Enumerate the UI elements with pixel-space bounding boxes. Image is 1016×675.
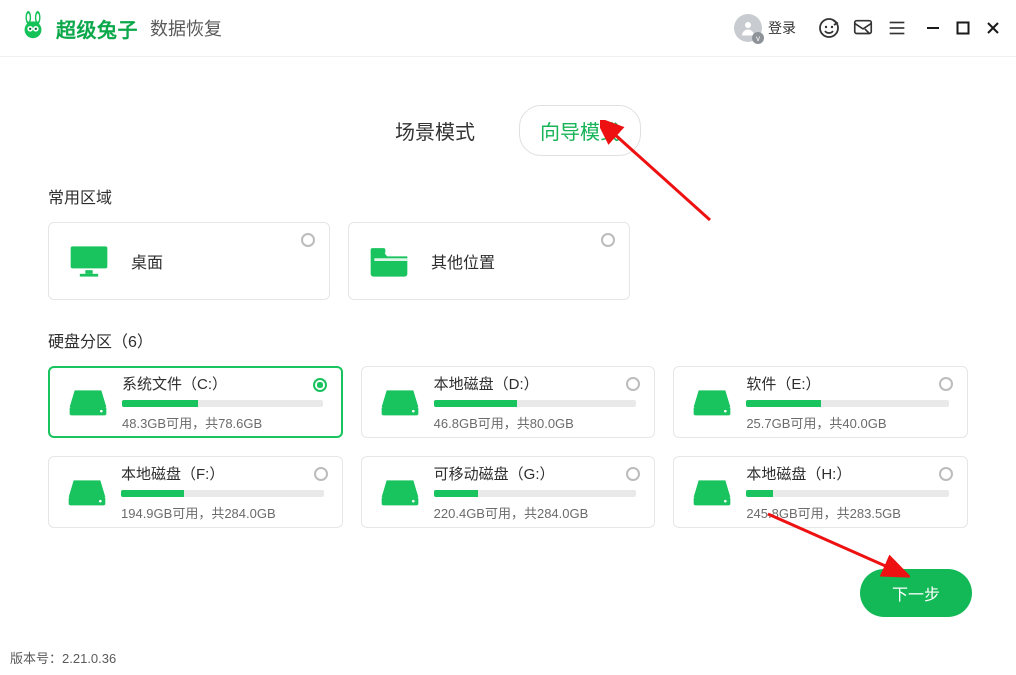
drive-usage-bar [121, 490, 324, 497]
bunny-logo-icon [18, 11, 48, 46]
drive-usage-text: 46.8GB可用，共80.0GB [434, 413, 637, 432]
radio-unselected-icon [626, 377, 640, 391]
avatar-icon[interactable]: v [734, 14, 762, 42]
drive-info: 本地磁盘（H:） 245.8GB可用，共283.5GB [746, 463, 949, 522]
radio-unselected-icon [314, 467, 328, 481]
brand: 超级兔子 数据恢复 [18, 11, 222, 46]
mode-tabs: 场景模式 向导模式 [0, 105, 1016, 156]
brand-sub: 数据恢复 [150, 15, 222, 41]
partition-card[interactable]: 本地磁盘（F:） 194.9GB可用，共284.0GB [48, 456, 343, 528]
drive-usage-bar [746, 490, 949, 497]
radio-unselected-icon [939, 377, 953, 391]
drive-name: 系统文件（C:） [122, 373, 323, 394]
radio-unselected-icon [301, 233, 315, 247]
brand-name: 超级兔子 [56, 14, 138, 43]
login-button[interactable]: 登录 [768, 18, 796, 38]
partition-card[interactable]: 本地磁盘（D:） 46.8GB可用，共80.0GB [361, 366, 656, 438]
drive-usage-text: 25.7GB可用，共40.0GB [746, 413, 949, 432]
partitions-section: 硬盘分区（6） 系统文件（C:） 48.3GB可用，共78.6GB 本地磁盘（D… [0, 328, 1016, 528]
drive-name: 本地磁盘（F:） [121, 463, 324, 484]
drive-icon [692, 474, 732, 510]
common-card-other-location[interactable]: 其他位置 [348, 222, 630, 300]
partition-card[interactable]: 软件（E:） 25.7GB可用，共40.0GB [673, 366, 968, 438]
drive-icon [67, 474, 107, 510]
drive-usage-bar [122, 400, 323, 407]
drive-icon [380, 384, 420, 420]
drive-name: 本地磁盘（D:） [434, 373, 637, 394]
tab-scene-mode[interactable]: 场景模式 [375, 106, 495, 155]
drive-info: 软件（E:） 25.7GB可用，共40.0GB [746, 373, 949, 432]
drive-name: 软件（E:） [746, 373, 949, 394]
drive-usage-text: 48.3GB可用，共78.6GB [122, 413, 323, 432]
partition-card[interactable]: 本地磁盘（H:） 245.8GB可用，共283.5GB [673, 456, 968, 528]
version-label: 版本号：2.21.0.36 [10, 648, 116, 667]
partition-card[interactable]: 可移动磁盘（G:） 220.4GB可用，共284.0GB [361, 456, 656, 528]
drive-usage-bar [746, 400, 949, 407]
maximize-button[interactable] [952, 17, 974, 39]
drive-name: 可移动磁盘（G:） [434, 463, 637, 484]
drive-usage-bar [434, 490, 637, 497]
radio-selected-icon [313, 378, 327, 392]
window-controls [922, 17, 1004, 39]
drive-usage-text: 220.4GB可用，共284.0GB [434, 503, 637, 522]
title-bar: 超级兔子 数据恢复 v 登录 [0, 0, 1016, 57]
close-button[interactable] [982, 17, 1004, 39]
partition-card[interactable]: 系统文件（C:） 48.3GB可用，共78.6GB [48, 366, 343, 438]
partitions-title: 硬盘分区（6） [48, 328, 968, 352]
common-areas-title: 常用区域 [48, 184, 968, 208]
drive-icon [68, 384, 108, 420]
drive-info: 本地磁盘（D:） 46.8GB可用，共80.0GB [434, 373, 637, 432]
common-card-label: 其他位置 [431, 249, 495, 273]
drive-name: 本地磁盘（H:） [746, 463, 949, 484]
next-button[interactable]: 下一步 [860, 569, 972, 617]
menu-icon[interactable] [884, 15, 910, 41]
drive-info: 可移动磁盘（G:） 220.4GB可用，共284.0GB [434, 463, 637, 522]
customer-service-icon[interactable] [816, 15, 842, 41]
folder-icon [367, 241, 411, 281]
vip-badge-icon: v [752, 32, 764, 44]
tab-wizard-mode[interactable]: 向导模式 [519, 105, 641, 156]
minimize-button[interactable] [922, 17, 944, 39]
radio-unselected-icon [939, 467, 953, 481]
radio-unselected-icon [601, 233, 615, 247]
drive-icon [692, 384, 732, 420]
drive-usage-bar [434, 400, 637, 407]
drive-info: 本地磁盘（F:） 194.9GB可用，共284.0GB [121, 463, 324, 522]
drive-usage-text: 245.8GB可用，共283.5GB [746, 503, 949, 522]
radio-unselected-icon [626, 467, 640, 481]
common-card-label: 桌面 [131, 249, 163, 273]
common-areas-section: 常用区域 桌面 其他位置 [0, 184, 1016, 300]
drive-info: 系统文件（C:） 48.3GB可用，共78.6GB [122, 373, 323, 432]
common-card-desktop[interactable]: 桌面 [48, 222, 330, 300]
drive-icon [380, 474, 420, 510]
desktop-icon [67, 241, 111, 281]
feedback-icon[interactable] [850, 15, 876, 41]
drive-usage-text: 194.9GB可用，共284.0GB [121, 503, 324, 522]
